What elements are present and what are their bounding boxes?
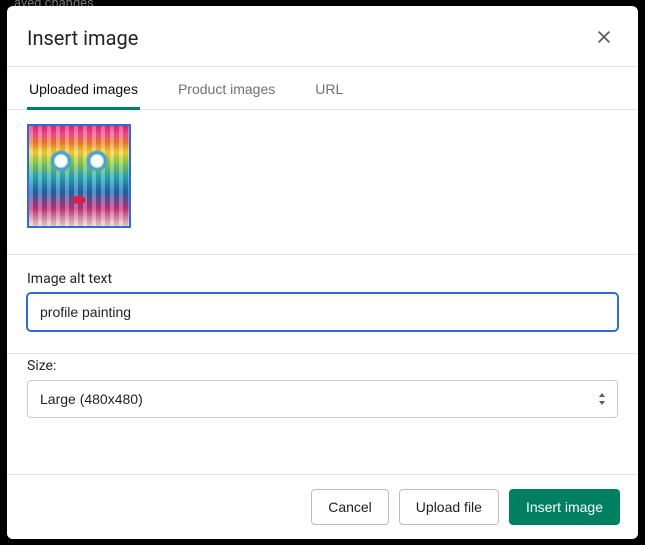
modal-backdrop: aved changes Insert image Uploaded image… bbox=[0, 0, 645, 545]
image-thumbnail-selected[interactable] bbox=[27, 124, 131, 228]
tab-label: Product images bbox=[178, 81, 275, 97]
button-label: Upload file bbox=[416, 499, 482, 515]
tab-uploaded-images[interactable]: Uploaded images bbox=[27, 67, 140, 109]
tab-label: URL bbox=[315, 81, 343, 97]
upload-file-button[interactable]: Upload file bbox=[399, 489, 499, 525]
cancel-button[interactable]: Cancel bbox=[311, 489, 389, 525]
tab-bar: Uploaded images Product images URL bbox=[7, 67, 638, 110]
size-select-wrap: Large (480x480) bbox=[27, 380, 618, 418]
button-label: Insert image bbox=[526, 499, 603, 515]
modal-footer: Cancel Upload file Insert image bbox=[7, 474, 638, 539]
size-label: Size: bbox=[27, 358, 618, 374]
size-section: Size: Large (480x480) bbox=[7, 354, 638, 436]
painting-thumbnail-icon bbox=[29, 126, 129, 226]
tab-product-images[interactable]: Product images bbox=[176, 67, 277, 109]
tab-label: Uploaded images bbox=[29, 81, 138, 97]
size-select[interactable]: Large (480x480) bbox=[27, 380, 618, 418]
alt-text-input[interactable] bbox=[27, 293, 618, 331]
thumbnail-grid bbox=[7, 110, 638, 254]
alt-text-label: Image alt text bbox=[27, 271, 618, 287]
modal-header: Insert image bbox=[7, 6, 638, 66]
tab-url[interactable]: URL bbox=[313, 67, 345, 109]
close-button[interactable] bbox=[590, 24, 618, 52]
close-icon bbox=[595, 28, 613, 49]
alt-text-section: Image alt text bbox=[7, 255, 638, 353]
modal-title: Insert image bbox=[27, 26, 138, 50]
button-label: Cancel bbox=[328, 499, 372, 515]
insert-image-button[interactable]: Insert image bbox=[509, 489, 620, 525]
modal-body[interactable]: Uploaded images Product images URL Image… bbox=[7, 67, 638, 474]
insert-image-modal: Insert image Uploaded images Product ima… bbox=[7, 6, 638, 539]
